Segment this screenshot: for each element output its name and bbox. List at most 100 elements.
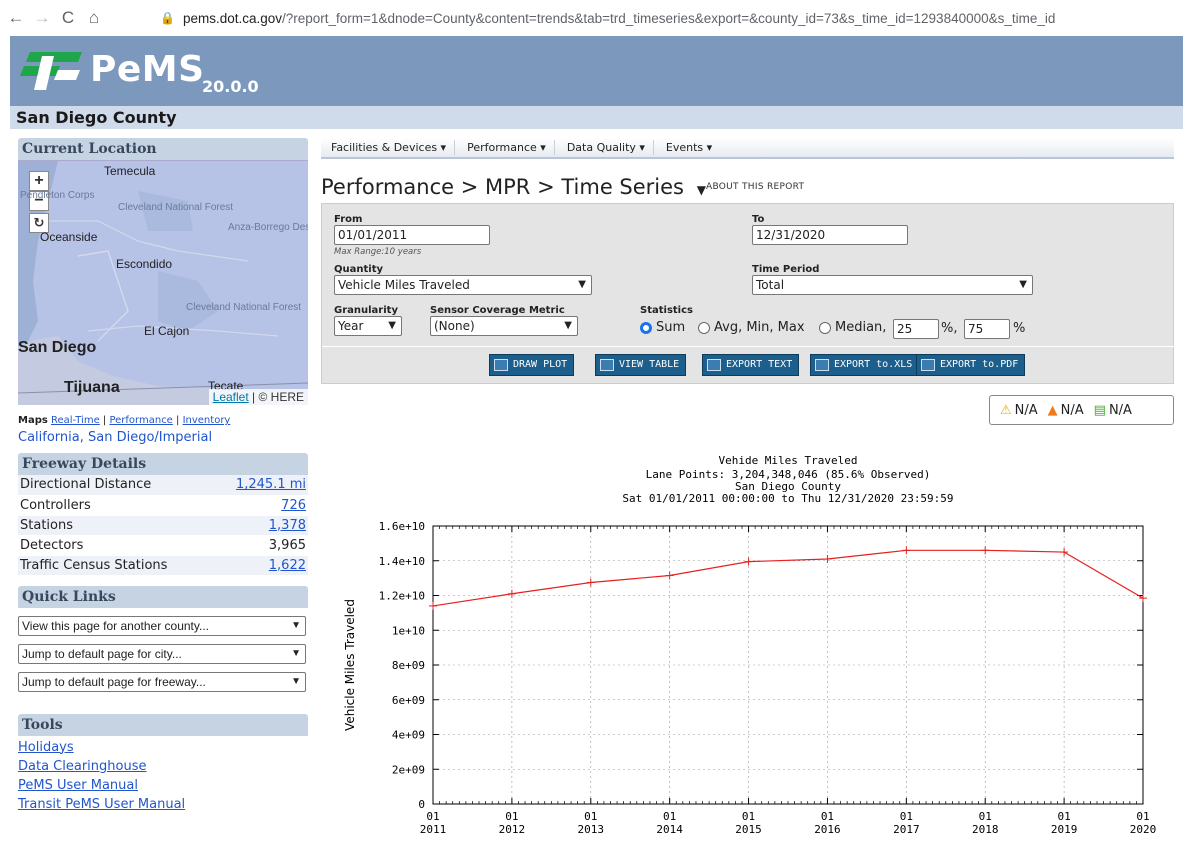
back-icon[interactable]: ← [6,8,26,28]
x-tick-label: 01 [900,810,913,823]
comment-icon[interactable]: ▤ [1094,403,1106,418]
x-tick-label: 01 [505,810,518,823]
export-xls-button[interactable]: EXPORT to.XLS [810,354,920,376]
y-tick-label: 1.4e+10 [379,555,425,568]
current-location-heading: Current Location [18,138,308,160]
percentile-low-input[interactable]: 25 [893,319,939,339]
fd-value-link[interactable]: 726 [281,498,306,513]
from-date-input[interactable]: 01/01/2011 [334,225,490,245]
menu-performance[interactable]: Performance ▾ [455,140,555,155]
maps-link-realtime[interactable]: Real-Time [51,415,100,426]
sidebar: Current Location + − ↻ Temecula Clevelan… [18,138,308,812]
address-bar[interactable]: 🔒 pems.dot.ca.gov /?report_form=1&dnode=… [160,6,1183,30]
x-tick-label: 01 [584,810,597,823]
x-tick-label: 2012 [499,823,526,836]
location-map[interactable]: + − ↻ Temecula Cleveland National Forest… [18,160,308,405]
y-tick-label: 4e+09 [392,729,425,742]
percentile-high-input[interactable]: 75 [964,319,1010,339]
radio-label: Median, [835,320,887,335]
stat-median-radio[interactable]: Median, [819,320,886,335]
x-tick-label: 2016 [814,823,841,836]
maps-link-inventory[interactable]: Inventory [183,415,231,426]
zoom-in-button[interactable]: + [29,171,49,191]
lock-icon: 🔒 [160,11,175,25]
map-label-tijuana: Tijuana [64,379,120,396]
radio-label: Sum [656,320,686,335]
menu-data-quality[interactable]: Data Quality ▾ [555,140,654,155]
menu-facilities[interactable]: Facilities & Devices ▾ [321,140,456,155]
about-report-link[interactable]: ABOUT THIS REPORT [706,182,804,192]
city-select[interactable]: Jump to default page for city... ▼ [18,643,306,664]
caltrans-logo-icon[interactable] [20,50,84,92]
granularity-select[interactable]: Year ▼ [334,316,402,336]
menu-events[interactable]: Events ▾ [654,140,720,155]
series-line [432,549,1144,607]
sensor-coverage-select[interactable]: (None) ▼ [430,316,578,336]
to-date-input[interactable]: 12/31/2020 [752,225,908,245]
home-icon[interactable]: ⌂ [84,8,104,28]
status-badges: ⚠ N/A ▲ N/A ▤ N/A [989,395,1174,425]
export-text-button[interactable]: EXPORT TEXT [702,354,800,376]
statistics-label: Statistics [640,305,693,316]
freeway-details-heading: Freeway Details [18,453,308,475]
leaflet-link[interactable]: Leaflet [213,390,249,404]
tool-link-user-manual[interactable]: PeMS User Manual [18,778,308,793]
time-series-chart: Vehide Miles Traveled Lane Points: 3,204,… [340,450,1183,852]
x-tick-label: 01 [1057,810,1070,823]
reload-icon[interactable]: C [58,8,78,28]
chevron-down-icon: ▼ [1019,279,1027,290]
action-buttons: DRAW PLOT VIEW TABLE EXPORT TEXT EXPORT … [322,346,1175,384]
chevron-down-icon: ▼ [291,675,301,687]
select-value: Total [756,278,785,292]
max-range-note: Max Range:10 years [334,247,422,257]
chart-subtitle: Sat 01/01/2011 00:00:00 to Thu 12/31/202… [622,492,953,505]
from-label: From [334,214,363,225]
fd-value-link[interactable]: 1,622 [269,558,306,573]
stat-sum-radio[interactable]: Sum [640,320,685,335]
tools-heading: Tools [18,713,308,736]
warning-icon[interactable]: ⚠ [1000,403,1012,418]
quantity-select[interactable]: Vehicle Miles Traveled ▼ [334,275,592,295]
radio-icon [819,321,831,334]
draw-plot-button[interactable]: DRAW PLOT [489,354,575,376]
radio-icon [698,321,710,334]
map-label-temecula: Temecula [104,164,156,178]
view-table-button[interactable]: VIEW TABLE [595,354,687,376]
sensor-coverage-label: Sensor Coverage Metric [430,305,565,316]
fd-value-link[interactable]: 1,378 [269,518,306,533]
to-label: To [752,214,765,225]
tool-link-transit-manual[interactable]: Transit PeMS User Manual [18,797,308,812]
table-row: Stations 1,378 [18,515,308,536]
time-period-select[interactable]: Total ▼ [752,275,1033,295]
table-icon [600,359,614,371]
county-select[interactable]: View this page for another county... ▼ [18,615,306,636]
radio-selected-icon [640,321,652,334]
chevron-down-icon[interactable]: ▼ [697,183,706,197]
fd-label: Controllers [18,495,213,516]
chevron-down-icon: ▼ [291,647,301,659]
maps-link-performance[interactable]: Performance [109,415,172,426]
map-label-cleveland-forest: Cleveland National Forest [118,202,234,213]
cone-value: N/A [1060,402,1084,418]
tool-link-holidays[interactable]: Holidays [18,740,308,755]
main-menu: Facilities & Devices ▾ Performance ▾ Dat… [321,138,1174,159]
y-axis-label: Vehicle Miles Traveled [343,599,357,731]
x-tick-label: 2017 [893,823,920,836]
traffic-cone-icon[interactable]: ▲ [1048,403,1058,418]
map-label-cleveland-forest-2: Cleveland National Forest [186,302,302,313]
y-tick-label: 1.2e+10 [379,590,425,603]
stat-avg-radio[interactable]: Avg, Min, Max [698,320,805,335]
freeway-select[interactable]: Jump to default page for freeway... ▼ [18,671,306,692]
fd-value-link[interactable]: 1,245.1 mi [236,477,306,492]
tool-link-clearinghouse[interactable]: Data Clearinghouse [18,759,308,774]
maps-label: Maps [18,415,48,426]
x-tick-label: 01 [1136,810,1149,823]
quantity-label: Quantity [334,264,383,275]
map-label-el-cajon: El Cajon [144,324,190,338]
forward-icon[interactable]: → [32,8,52,28]
fd-label: Stations [18,515,213,536]
table-row: Traffic Census Stations 1,622 [18,555,308,576]
export-pdf-button[interactable]: EXPORT to.PDF [916,354,1026,376]
location-path[interactable]: California, San Diego/Imperial [18,430,308,445]
time-period-label: Time Period [752,264,820,275]
